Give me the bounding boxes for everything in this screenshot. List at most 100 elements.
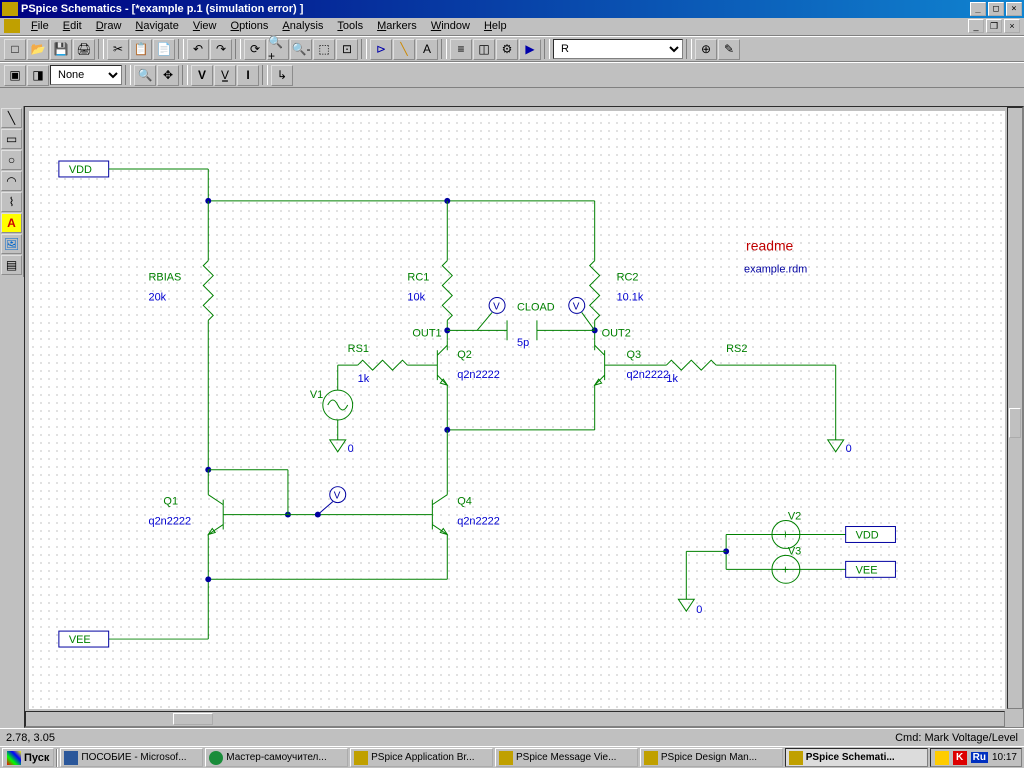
rc1-value[interactable]: 10k	[407, 291, 425, 303]
menu-markers[interactable]: Markers	[370, 19, 424, 34]
print-button[interactable]: 🖨	[73, 39, 95, 60]
zoom-area-button[interactable]: ⬚	[313, 39, 335, 60]
open-button[interactable]: 📂	[27, 39, 49, 60]
circle-tool[interactable]: ○	[1, 150, 22, 170]
rc1-label[interactable]: RC1	[407, 272, 429, 284]
arc-tool[interactable]: ◠	[1, 171, 22, 191]
rc2-label[interactable]: RC2	[617, 272, 639, 284]
paste-button[interactable]: 📄	[153, 39, 175, 60]
mdi-restore-button[interactable]: ❐	[986, 19, 1002, 33]
rect-tool[interactable]: ▭	[1, 129, 22, 149]
q1-model[interactable]: q2n2222	[149, 516, 192, 528]
close-button[interactable]: ×	[1006, 2, 1022, 16]
voltage-marker-button[interactable]: V	[191, 65, 213, 86]
menu-options[interactable]: Options	[224, 19, 276, 34]
get-part-button[interactable]: ⊕	[695, 39, 717, 60]
q3-model[interactable]: q2n2222	[627, 369, 670, 381]
v3-label[interactable]: V3	[788, 545, 801, 557]
current-marker-button[interactable]: I	[237, 65, 259, 86]
maximize-button[interactable]: □	[988, 2, 1004, 16]
chart-tool[interactable]: ▤	[1, 255, 22, 275]
rbias-value[interactable]: 20k	[149, 291, 167, 303]
q4-label[interactable]: Q4	[457, 496, 472, 508]
kaspersky-icon[interactable]: K	[953, 751, 967, 765]
polyline-tool[interactable]: ⌇	[1, 192, 22, 212]
start-button[interactable]: Пуск	[2, 748, 54, 767]
vertical-scrollbar[interactable]	[1007, 107, 1023, 709]
task-item-1[interactable]: Мастер-самоучител...	[205, 748, 348, 767]
mdi-minimize-button[interactable]: _	[968, 19, 984, 33]
cload-label[interactable]: CLOAD	[517, 301, 555, 313]
layer-combo[interactable]: None	[50, 65, 122, 85]
menu-view[interactable]: View	[186, 19, 224, 34]
rs2-value[interactable]: 1k	[666, 373, 678, 385]
menu-tools[interactable]: Tools	[330, 19, 370, 34]
menu-draw[interactable]: Draw	[89, 19, 129, 34]
undo-button[interactable]: ↶	[187, 39, 209, 60]
port-vee-2[interactable]: VEE	[856, 564, 878, 576]
readme-title[interactable]: readme	[746, 238, 794, 254]
simulate-button[interactable]: ▶	[519, 39, 541, 60]
task-item-4[interactable]: PSpice Design Man...	[640, 748, 783, 767]
redo-button[interactable]: ↷	[210, 39, 232, 60]
port-vee[interactable]: VEE	[69, 634, 91, 646]
edit-attr-button[interactable]: ✎	[718, 39, 740, 60]
readme-file[interactable]: example.rdm	[744, 264, 807, 276]
setup-button[interactable]: ⚙	[496, 39, 518, 60]
edit-sym-button[interactable]: ◫	[473, 39, 495, 60]
marker-button[interactable]: ▣	[4, 65, 26, 86]
language-indicator[interactable]: Ru	[971, 752, 988, 763]
v1-label[interactable]: V1	[310, 389, 323, 401]
task-item-0[interactable]: ПОСОБИЕ - Microsof...	[60, 748, 203, 767]
wire-button[interactable]: ╲	[393, 39, 415, 60]
part-button[interactable]: ⊳	[370, 39, 392, 60]
v2-label[interactable]: V2	[788, 511, 801, 523]
task-item-2[interactable]: PSpice Application Br...	[350, 748, 493, 767]
zoom-out-button[interactable]: 🔍-	[290, 39, 312, 60]
system-tray[interactable]: K Ru 10:17	[930, 748, 1022, 767]
vdiff-marker-button[interactable]: V͇	[214, 65, 236, 86]
q2-label[interactable]: Q2	[457, 349, 472, 361]
new-button[interactable]: □	[4, 39, 26, 60]
probe-button[interactable]: ↳	[271, 65, 293, 86]
port-vdd-2[interactable]: VDD	[856, 529, 879, 541]
out2-net[interactable]: OUT2	[602, 327, 631, 339]
out1-net[interactable]: OUT1	[412, 327, 441, 339]
rs2-label[interactable]: RS2	[726, 343, 747, 355]
menu-navigate[interactable]: Navigate	[128, 19, 185, 34]
port-vdd[interactable]: VDD	[69, 164, 92, 176]
horizontal-scrollbar[interactable]	[25, 711, 1005, 727]
q2-model[interactable]: q2n2222	[457, 369, 500, 381]
rs1-label[interactable]: RS1	[348, 343, 369, 355]
q3-label[interactable]: Q3	[627, 349, 642, 361]
marker2-button[interactable]: ◨	[27, 65, 49, 86]
minimize-button[interactable]: _	[970, 2, 986, 16]
clock[interactable]: 10:17	[992, 752, 1017, 763]
menu-help[interactable]: Help	[477, 19, 514, 34]
rs1-value[interactable]: 1k	[358, 373, 370, 385]
line-tool[interactable]: ╲	[1, 108, 22, 128]
text-button[interactable]: A	[416, 39, 438, 60]
q1-label[interactable]: Q1	[163, 496, 178, 508]
task-item-5[interactable]: PSpice Schemati...	[785, 748, 928, 767]
tray-icon[interactable]	[935, 751, 949, 765]
pan-tool-button[interactable]: ✥	[157, 65, 179, 86]
q4-model[interactable]: q2n2222	[457, 516, 500, 528]
task-item-3[interactable]: PSpice Message Vie...	[495, 748, 638, 767]
rbias-label[interactable]: RBIAS	[149, 272, 182, 284]
menu-window[interactable]: Window	[424, 19, 477, 34]
redraw-button[interactable]: ⟳	[244, 39, 266, 60]
schematic-canvas[interactable]: VDD RBIAS 20k RC1 10k RC2	[29, 111, 1005, 709]
rc2-value[interactable]: 10.1k	[617, 291, 644, 303]
part-name-combo[interactable]: R	[553, 39, 683, 59]
menu-file[interactable]: File	[24, 19, 56, 34]
cut-button[interactable]: ✂	[107, 39, 129, 60]
insert-pic-tool[interactable]: 🖼	[1, 234, 22, 254]
mdi-close-button[interactable]: ×	[1004, 19, 1020, 33]
save-button[interactable]: 💾	[50, 39, 72, 60]
zoom-fit-button[interactable]: ⊡	[336, 39, 358, 60]
copy-button[interactable]: 📋	[130, 39, 152, 60]
cload-value[interactable]: 5p	[517, 337, 529, 349]
zoom-in-button[interactable]: 🔍+	[267, 39, 289, 60]
attributes-button[interactable]: ≡	[450, 39, 472, 60]
